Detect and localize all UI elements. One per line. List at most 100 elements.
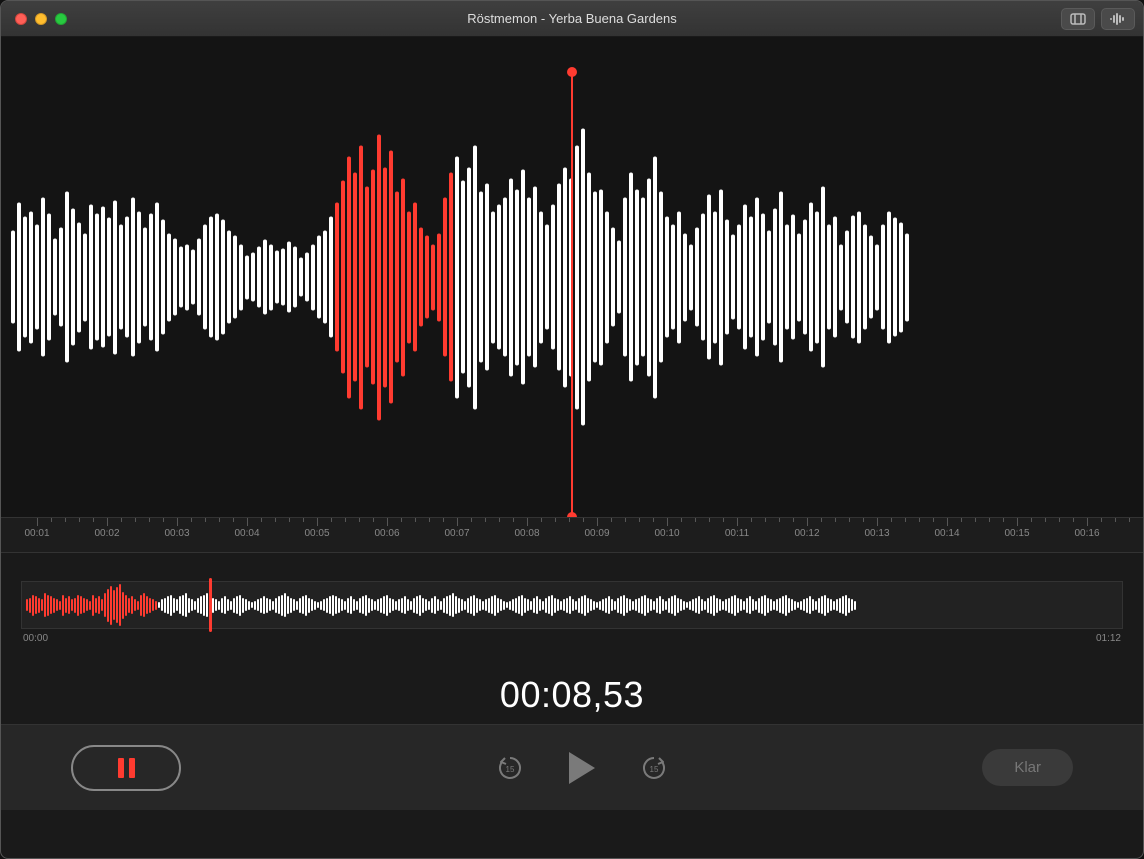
overview-bar	[593, 601, 595, 610]
overview-bar	[224, 596, 226, 614]
overview-bar	[227, 599, 229, 611]
overview-bar	[35, 596, 37, 614]
timeline-label: 00:10	[654, 528, 679, 539]
skip-back-button[interactable]: 15	[495, 753, 525, 783]
waveform-bar	[311, 244, 315, 310]
overview-bar	[728, 598, 730, 613]
close-button[interactable]	[15, 13, 27, 25]
waveform-bar	[713, 211, 717, 343]
waveform-bar	[575, 145, 579, 409]
overview-bar	[842, 596, 844, 614]
done-button[interactable]: Klar	[982, 749, 1073, 786]
waveform-bar	[551, 204, 555, 349]
overview-bar	[710, 596, 712, 614]
overview-bar	[389, 598, 391, 613]
waveform-bar	[269, 244, 273, 310]
overview-bar	[173, 598, 175, 613]
overview-bar	[194, 601, 196, 610]
waveform-bar	[431, 244, 435, 310]
overview-bar	[581, 596, 583, 614]
waveform-bar	[449, 173, 453, 382]
waveform-bar	[41, 198, 45, 356]
overview-bar	[323, 599, 325, 611]
trim-button[interactable]	[1061, 8, 1095, 30]
waveform-bar	[179, 246, 183, 308]
overview-bar	[473, 595, 475, 616]
overview-bar	[695, 598, 697, 613]
waveform-bar	[143, 228, 147, 327]
pause-icon	[118, 758, 124, 778]
overview-bar	[590, 599, 592, 611]
playhead[interactable]	[571, 72, 573, 517]
overview-bar	[74, 598, 76, 613]
skip-forward-button[interactable]: 15	[639, 753, 669, 783]
timeline-label: 00:12	[794, 528, 819, 539]
waveform-bar	[671, 224, 675, 330]
overview-bar	[65, 598, 67, 613]
waveform-bar	[677, 211, 681, 343]
waveform-bar	[689, 244, 693, 310]
waveform-bar	[353, 173, 357, 382]
overview-bar	[509, 601, 511, 610]
overview-bar	[398, 599, 400, 611]
overview-bar	[305, 595, 307, 616]
overview-bar	[638, 598, 640, 613]
overview-bar	[335, 596, 337, 614]
waveform-bar	[281, 248, 285, 305]
maximize-button[interactable]	[55, 13, 67, 25]
overview-bar	[353, 599, 355, 611]
waveform-bar	[263, 240, 267, 315]
timeline-label: 00:02	[94, 528, 119, 539]
waveform-bar	[665, 217, 669, 338]
pause-icon	[129, 758, 135, 778]
overview-waveform[interactable]	[21, 581, 1123, 629]
overview-bar	[440, 601, 442, 610]
overview-bar	[665, 601, 667, 610]
overview-bar	[680, 599, 682, 611]
overview-playhead[interactable]	[209, 578, 212, 632]
overview-bar	[296, 601, 298, 610]
waveform-bar	[809, 202, 813, 352]
overview-bar	[584, 595, 586, 616]
waveform-bar	[335, 202, 339, 352]
overview-bar	[410, 601, 412, 610]
overview-bar	[77, 595, 79, 616]
waveform-bar	[527, 198, 531, 356]
waveform-bar	[851, 215, 855, 338]
waveform-bar	[563, 167, 567, 387]
waveform-bar	[869, 235, 873, 319]
overview-bar	[413, 598, 415, 613]
play-button[interactable]	[569, 752, 595, 784]
waveform-bar	[203, 224, 207, 330]
overview-bar	[533, 598, 535, 613]
overview-bar	[620, 596, 622, 614]
waveform-bar	[485, 184, 489, 371]
overview-bar	[848, 598, 850, 613]
overview-bar	[782, 596, 784, 614]
waveform-area[interactable]	[1, 37, 1143, 517]
overview-bar	[674, 595, 676, 616]
waveform-bar	[521, 169, 525, 385]
overview-bar	[422, 598, 424, 613]
overview-bar	[344, 601, 346, 610]
overview-bar	[569, 596, 571, 614]
waveform-bar	[503, 198, 507, 356]
waveform-bar	[377, 134, 381, 420]
pause-record-button[interactable]	[71, 745, 181, 791]
overview-bar	[266, 598, 268, 613]
minimize-button[interactable]	[35, 13, 47, 25]
overview-bar	[314, 601, 316, 610]
overview-bar	[488, 598, 490, 613]
overview-bar	[743, 601, 745, 610]
waveform-bar	[491, 211, 495, 343]
enhance-button[interactable]	[1101, 8, 1135, 30]
timeline-label: 00:15	[1004, 528, 1029, 539]
overview-bar	[185, 593, 187, 617]
overview-bar	[47, 595, 49, 616]
waveform-bar	[479, 191, 483, 363]
timeline[interactable]: 00:0100:0200:0300:0400:0500:0600:0700:08…	[1, 517, 1143, 553]
overview-bar	[722, 601, 724, 610]
waveform-bar	[587, 173, 591, 382]
overview-bar	[290, 598, 292, 613]
overview-bar	[800, 601, 802, 610]
